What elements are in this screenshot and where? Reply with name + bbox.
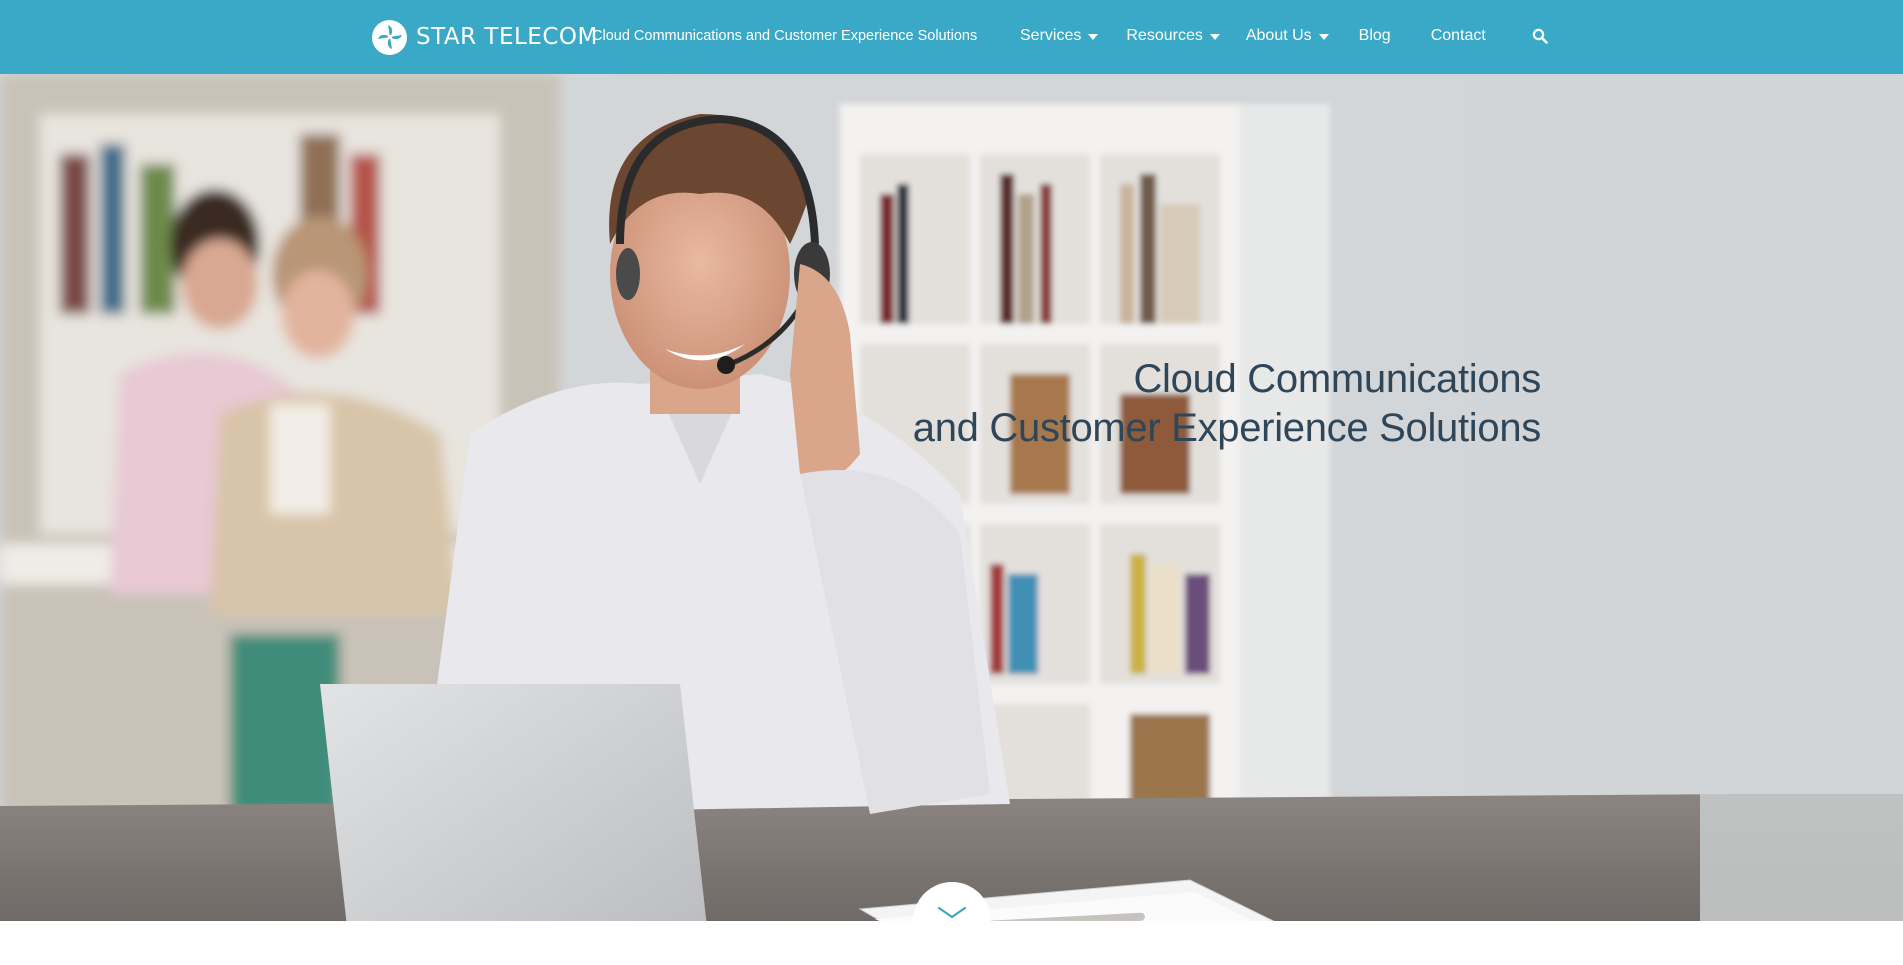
hero-title: Cloud Communications and Customer Experi…: [912, 355, 1542, 453]
caret-down-icon: [1318, 34, 1329, 40]
caret-down-icon: [1088, 34, 1099, 40]
scroll-down-button[interactable]: [913, 882, 991, 960]
hero-banner: Cloud Communications and Customer Experi…: [0, 74, 1903, 921]
chevron-down-icon: [937, 906, 967, 960]
nav-item-label: Contact: [1430, 27, 1486, 44]
nav-item-contact[interactable]: Contact: [1431, 27, 1486, 45]
search-icon[interactable]: [1532, 28, 1548, 44]
nav-item-label: Blog: [1358, 27, 1391, 44]
hero-photo: [0, 74, 1903, 921]
hero-title-line-1: Cloud Communications: [1133, 357, 1541, 401]
brand-logo[interactable]: STAR TELECOM: [372, 19, 598, 55]
nav-item-services[interactable]: Services: [1020, 27, 1099, 45]
nav-item-about-us[interactable]: About Us: [1246, 27, 1329, 45]
nav-item-blog[interactable]: Blog: [1359, 27, 1391, 45]
star-telecom-logo-icon: [372, 19, 407, 55]
hero-title-line-2: and Customer Experience Solutions: [912, 406, 1542, 450]
header-tagline: Cloud Communications and Customer Experi…: [592, 28, 978, 44]
main-nav: Services Resources About Us Blog Contact: [1020, 27, 1548, 45]
caret-down-icon: [1209, 34, 1220, 40]
nav-item-label: Resources: [1126, 27, 1203, 44]
site-header: STAR TELECOM Cloud Communications and Cu…: [0, 0, 1903, 75]
nav-item-resources[interactable]: Resources: [1126, 27, 1220, 45]
brand-name: STAR TELECOM: [416, 24, 598, 50]
nav-item-label: Services: [1020, 27, 1082, 44]
nav-item-label: About Us: [1245, 27, 1312, 44]
